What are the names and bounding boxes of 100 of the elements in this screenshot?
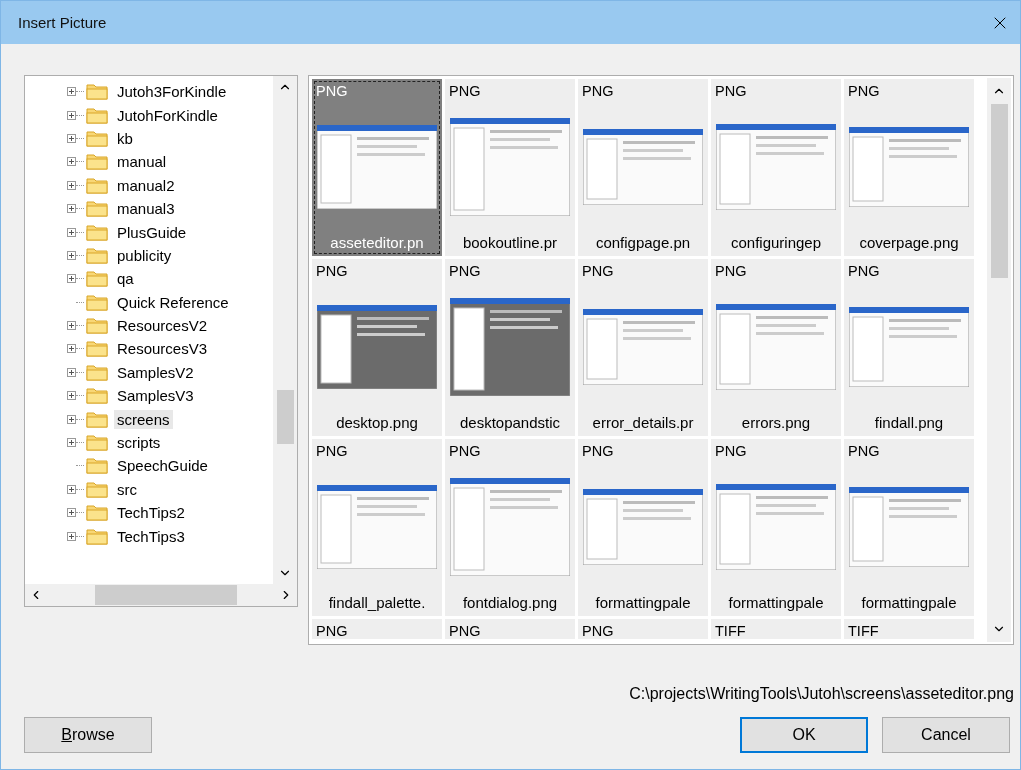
file-type-label: PNG — [448, 622, 482, 639]
folder-icon — [86, 410, 108, 428]
folder-item[interactable]: scripts — [114, 433, 164, 453]
expand-icon[interactable] — [67, 87, 76, 97]
file-type-label: PNG — [315, 622, 349, 639]
folder-icon — [86, 83, 108, 101]
expand-icon[interactable] — [67, 438, 76, 448]
expand-icon[interactable] — [67, 204, 76, 214]
expand-icon[interactable] — [67, 157, 76, 167]
thumbnail-tile[interactable]: PNG formattingpale — [844, 439, 974, 616]
thumbnail-tile[interactable]: PNG — [578, 619, 708, 639]
vertical-scrollbar[interactable] — [987, 78, 1011, 642]
folder-icon — [86, 457, 108, 475]
file-type-label: PNG — [581, 262, 615, 279]
file-name: findall_palette. — [327, 594, 427, 613]
scrollbar-thumb[interactable] — [990, 104, 1008, 278]
file-name: bookoutline.pr — [461, 234, 559, 253]
file-type-label: PNG — [448, 442, 482, 459]
file-type-label: PNG — [847, 442, 881, 459]
folder-icon — [86, 387, 108, 405]
file-type-label: PNG — [714, 262, 748, 279]
expand-icon[interactable] — [67, 531, 76, 541]
expand-icon[interactable] — [67, 227, 76, 237]
expand-icon[interactable] — [67, 367, 76, 377]
file-type-label: PNG — [581, 622, 615, 639]
expand-icon[interactable] — [67, 508, 76, 518]
file-name: formattingpale — [594, 594, 692, 613]
folder-item[interactable]: SamplesV2 — [114, 362, 197, 382]
thumbnail-tile[interactable]: PNG asseteditor.pn — [312, 79, 442, 256]
file-type-label: PNG — [847, 82, 881, 99]
file-path: C:\projects\WritingTools\Jutoh\screens\asseteditor.png — [629, 685, 1014, 703]
dialog-button[interactable]: OK — [740, 717, 868, 753]
folder-icon — [86, 200, 108, 218]
folder-item[interactable]: manual2 — [114, 175, 178, 195]
file-name: coverpage.png — [858, 234, 960, 253]
file-name: asseteditor.pn — [329, 234, 425, 253]
expand-icon[interactable] — [67, 391, 76, 401]
folder-item[interactable]: Jutoh3ForKindle — [114, 82, 230, 102]
thumbnail-tile[interactable]: PNG findall_palette. — [312, 439, 442, 616]
thumbnail-tile[interactable]: PNG formattingpale — [711, 439, 841, 616]
thumbnail-tile[interactable]: PNG fontdialog.png — [445, 439, 575, 616]
expand-icon[interactable] — [67, 484, 76, 494]
folder-item[interactable]: manual — [114, 152, 170, 172]
thumbnail-tile[interactable]: TIFF — [711, 619, 841, 639]
expand-icon[interactable] — [67, 344, 76, 354]
file-type-label: TIFF — [714, 622, 747, 639]
expand-icon[interactable] — [67, 414, 76, 424]
file-type-label: PNG — [448, 262, 482, 279]
file-type-label: PNG — [315, 262, 349, 279]
file-name: formattingpale — [860, 594, 958, 613]
expand-icon[interactable] — [67, 133, 76, 143]
expand-icon[interactable] — [67, 321, 76, 331]
folder-item[interactable]: manual3 — [114, 199, 178, 219]
scrollbar-thumb[interactable] — [95, 585, 237, 605]
file-name: configuringep — [729, 234, 823, 253]
folder-item[interactable]: src — [114, 479, 140, 499]
folder-item[interactable]: screens — [114, 409, 173, 429]
folder-item[interactable]: SpeechGuide — [114, 456, 211, 476]
file-type-label: PNG — [581, 442, 615, 459]
folder-icon — [86, 317, 108, 335]
thumbnail-tile[interactable]: PNG — [312, 619, 442, 639]
folder-item[interactable]: kb — [114, 128, 136, 148]
folder-item[interactable]: TechTips2 — [114, 503, 188, 523]
thumbnail-tile[interactable]: PNG formattingpale — [578, 439, 708, 616]
dialog-button[interactable]: Browse — [24, 717, 152, 753]
file-name: formattingpale — [727, 594, 825, 613]
folder-item[interactable]: SamplesV3 — [114, 386, 197, 406]
horizontal-scrollbar[interactable] — [25, 584, 297, 606]
file-type-label: PNG — [448, 82, 482, 99]
file-type-label: PNG — [847, 262, 881, 279]
folder-item[interactable]: qa — [114, 269, 137, 289]
folder-item[interactable]: ResourcesV2 — [114, 316, 211, 336]
folder-icon — [86, 480, 108, 498]
file-type-label: PNG — [714, 442, 748, 459]
folder-icon — [86, 176, 108, 194]
file-type-label: PNG — [315, 82, 349, 99]
folder-icon — [86, 153, 108, 171]
file-name: errors.png — [740, 414, 812, 433]
folder-item[interactable]: PlusGuide — [114, 222, 190, 242]
thumbnail-tile[interactable]: TIFF — [844, 619, 974, 639]
folder-icon — [86, 527, 108, 545]
thumbnail-tile[interactable]: PNG — [445, 619, 575, 639]
file-name: desktop.png — [335, 414, 419, 433]
file-type-label: TIFF — [847, 622, 880, 639]
expand-icon[interactable] — [67, 180, 76, 190]
folder-item[interactable]: Quick Reference — [114, 292, 232, 312]
scrollbar-thumb[interactable] — [276, 390, 294, 444]
folder-item[interactable]: publicity — [114, 245, 175, 265]
file-type-label: PNG — [581, 82, 615, 99]
expand-icon[interactable] — [67, 274, 76, 284]
folder-icon — [86, 106, 108, 124]
vertical-scrollbar[interactable] — [273, 76, 297, 584]
folder-icon — [86, 246, 108, 264]
folder-item[interactable]: ResourcesV3 — [114, 339, 211, 359]
expand-icon[interactable] — [67, 110, 76, 120]
expand-icon[interactable] — [67, 250, 76, 260]
dialog-button[interactable]: Cancel — [882, 717, 1010, 753]
folder-item[interactable]: JutohForKindle — [114, 105, 221, 125]
folder-item[interactable]: TechTips3 — [114, 526, 188, 546]
file-name: findall.png — [873, 414, 945, 433]
